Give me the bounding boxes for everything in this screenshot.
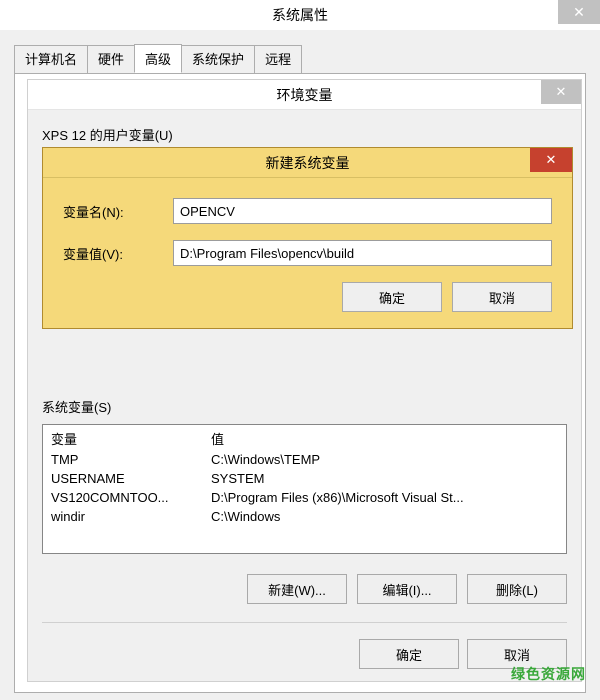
new-var-close-button[interactable]: ✕ (530, 148, 572, 172)
new-var-body: 变量名(N): 变量值(V): 确定 取消 (43, 178, 572, 328)
env-ok-button[interactable]: 确定 (359, 639, 459, 669)
variable-value-row: 变量值(V): (63, 240, 552, 266)
delete-button[interactable]: 删除(L) (467, 574, 567, 604)
cancel-button[interactable]: 取消 (452, 282, 552, 312)
close-icon: ✕ (556, 84, 567, 100)
tab-panel-advanced: 环境变量 ✕ XPS 12 的用户变量(U) 新建系统变量 ✕ (14, 73, 586, 693)
env-cancel-button[interactable]: 取消 (467, 639, 567, 669)
var-name: VS120COMNTOO... (45, 488, 205, 507)
divider (42, 622, 567, 623)
ok-button[interactable]: 确定 (342, 282, 442, 312)
var-name: windir (45, 507, 205, 526)
system-properties-window: 系统属性 ✕ 计算机名 硬件 高级 系统保护 远程 环境变量 ✕ (0, 0, 600, 700)
variable-name-input[interactable] (173, 198, 552, 224)
system-variables-label: 系统变量(S) (42, 397, 567, 416)
environment-variables-dialog: 环境变量 ✕ XPS 12 的用户变量(U) 新建系统变量 ✕ (27, 79, 582, 682)
var-value: SYSTEM (205, 469, 564, 488)
col-value: 值 (205, 427, 564, 450)
tab-computer-name[interactable]: 计算机名 (14, 45, 88, 74)
var-value: C:\Windows (205, 507, 564, 526)
table-row[interactable]: VS120COMNTOO... D:\Program Files (x86)\M… (45, 488, 564, 507)
system-variables-section: 系统变量(S) 变量 值 TMP C:\Windows\TEMP (42, 397, 567, 604)
var-value: D:\Program Files (x86)\Microsoft Visual … (205, 488, 564, 507)
window-title: 系统属性 (272, 5, 328, 25)
env-titlebar: 环境变量 ✕ (28, 80, 581, 110)
env-title: 环境变量 (277, 85, 333, 105)
variable-name-row: 变量名(N): (63, 198, 552, 224)
tab-remote[interactable]: 远程 (254, 45, 302, 74)
tab-advanced[interactable]: 高级 (134, 44, 182, 73)
tabstrip: 计算机名 硬件 高级 系统保护 远程 (14, 44, 586, 73)
titlebar: 系统属性 ✕ (0, 0, 600, 30)
env-body: XPS 12 的用户变量(U) 新建系统变量 ✕ 变量名(N): (42, 125, 567, 669)
variable-name-label: 变量名(N): (63, 202, 173, 221)
new-system-variable-dialog: 新建系统变量 ✕ 变量名(N): 变量值(V): (42, 147, 573, 329)
close-icon: ✕ (573, 4, 585, 21)
sysvar-header-row: 变量 值 (45, 427, 564, 450)
env-close-button[interactable]: ✕ (541, 80, 581, 104)
table-row[interactable]: USERNAME SYSTEM (45, 469, 564, 488)
edit-button[interactable]: 编辑(I)... (357, 574, 457, 604)
col-name: 变量 (45, 427, 205, 450)
var-value: C:\Windows\TEMP (205, 450, 564, 469)
table-row[interactable]: TMP C:\Windows\TEMP (45, 450, 564, 469)
env-bottom-buttons: 确定 取消 (359, 639, 567, 669)
close-button[interactable]: ✕ (558, 0, 600, 24)
variable-value-input[interactable] (173, 240, 552, 266)
new-var-title: 新建系统变量 (266, 153, 350, 173)
new-button[interactable]: 新建(W)... (247, 574, 347, 604)
tab-system-protection[interactable]: 系统保护 (181, 45, 255, 74)
tab-area: 计算机名 硬件 高级 系统保护 远程 环境变量 ✕ XPS 12 的用户变量(U… (0, 30, 600, 693)
new-var-titlebar: 新建系统变量 ✕ (43, 148, 572, 178)
variable-value-label: 变量值(V): (63, 244, 173, 263)
tab-hardware[interactable]: 硬件 (87, 45, 135, 74)
close-icon: ✕ (546, 152, 557, 168)
sysvar-button-row: 新建(W)... 编辑(I)... 删除(L) (42, 574, 567, 604)
user-vars-header: XPS 12 的用户变量(U) (42, 125, 567, 144)
table-row[interactable]: windir C:\Windows (45, 507, 564, 526)
var-name: USERNAME (45, 469, 205, 488)
var-name: TMP (45, 450, 205, 469)
system-variables-list[interactable]: 变量 值 TMP C:\Windows\TEMP USERNAME SYSTEM (42, 424, 567, 554)
new-var-button-row: 确定 取消 (63, 282, 552, 312)
